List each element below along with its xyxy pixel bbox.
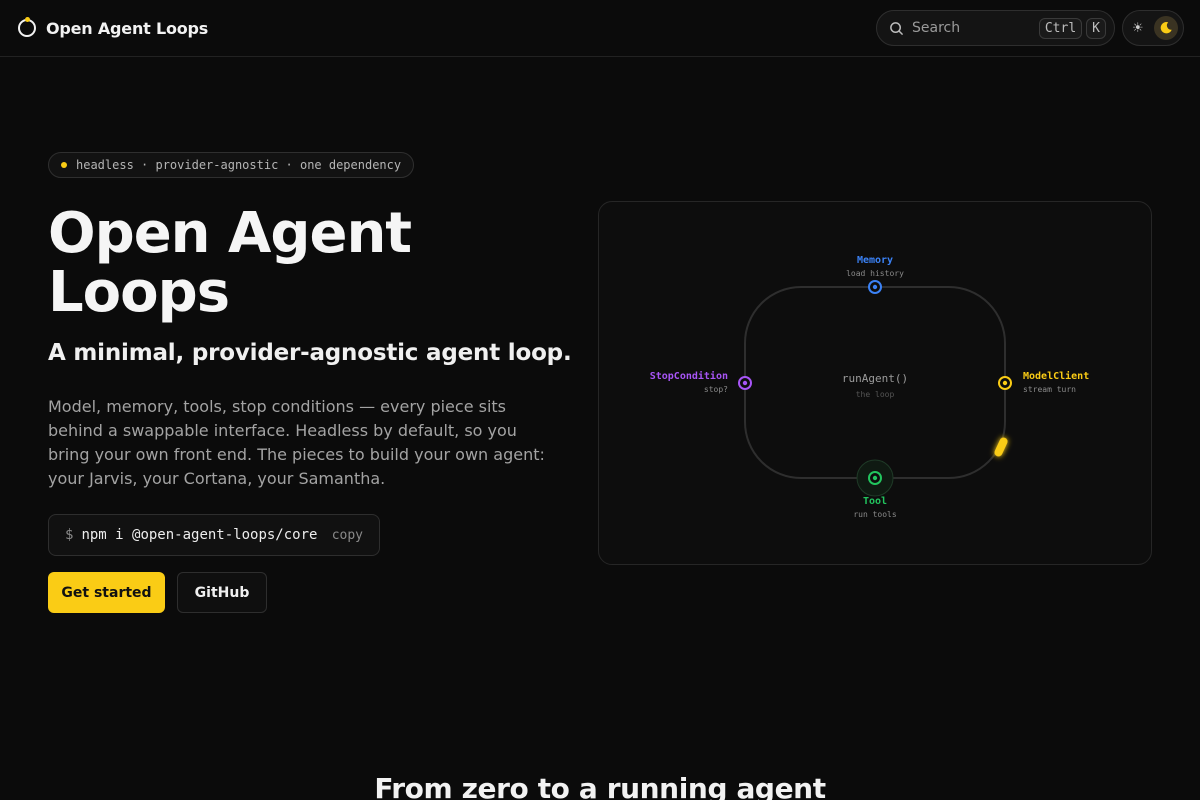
brand-name: Open Agent Loops — [46, 18, 209, 38]
theme-toggle[interactable]: ☀ — [1122, 10, 1184, 46]
modelclient-node-sub: stream turn — [1023, 385, 1076, 394]
moon-icon[interactable] — [1154, 16, 1178, 40]
stopcondition-node-sub: stop? — [704, 385, 728, 394]
sun-icon[interactable]: ☀ — [1132, 22, 1144, 35]
hero-subtitle: A minimal, provider-agnostic agent loop. — [48, 340, 572, 366]
hero-description: Model, memory, tools, stop conditions — … — [48, 397, 545, 488]
brand-home-link[interactable]: Open Agent Loops — [18, 16, 208, 40]
install-command[interactable]: npm i @open-agent-loops/core — [81, 527, 331, 543]
github-button[interactable]: GitHub — [177, 572, 267, 613]
stopcondition-node-label: StopCondition — [650, 370, 728, 382]
memory-node-sub: load history — [846, 269, 904, 278]
agent-loop-diagram-svg: runAgent() the loop Memory load history … — [650, 255, 1090, 519]
shortcut-key-k: K — [1086, 17, 1106, 39]
shortcut-key-ctrl: Ctrl — [1038, 17, 1083, 39]
top-navigation-bar: Open Agent Loops Search Ctrl K ☀ — [0, 0, 1200, 57]
tool-node-icon — [856, 459, 894, 497]
status-dot-icon — [61, 162, 67, 168]
copy-button[interactable]: copy — [332, 528, 363, 543]
brand-logo-icon — [18, 17, 36, 37]
tool-node-sub: run tools — [853, 510, 897, 519]
search-icon — [890, 21, 903, 35]
memory-node-icon — [868, 280, 882, 294]
search-label: Search — [912, 20, 961, 36]
hero-title: Open Agent Loops — [48, 201, 412, 325]
hero-tagline-text: headless · provider-agnostic · one depen… — [76, 158, 402, 172]
loop-pulse-indicator — [994, 437, 1008, 457]
memory-node-label: Memory — [857, 255, 893, 266]
stopcondition-node-icon — [738, 376, 752, 390]
search-button[interactable]: Search Ctrl K — [876, 10, 1115, 46]
center-title: runAgent() — [842, 372, 908, 385]
section-heading: From zero to a running agent — [374, 772, 826, 800]
shell-prompt: $ — [65, 527, 74, 543]
tool-node-label: Tool — [863, 496, 887, 507]
modelclient-node-label: ModelClient — [1023, 370, 1089, 382]
hero-tagline-pill: headless · provider-agnostic · one depen… — [48, 152, 415, 178]
agent-loop-diagram: runAgent() the loop Memory load history … — [598, 201, 1152, 565]
install-command-box: $ npm i @open-agent-loops/core copy — [48, 514, 380, 556]
get-started-button[interactable]: Get started — [48, 572, 165, 613]
center-subtitle: the loop — [856, 390, 895, 399]
modelclient-node-icon — [998, 376, 1012, 390]
